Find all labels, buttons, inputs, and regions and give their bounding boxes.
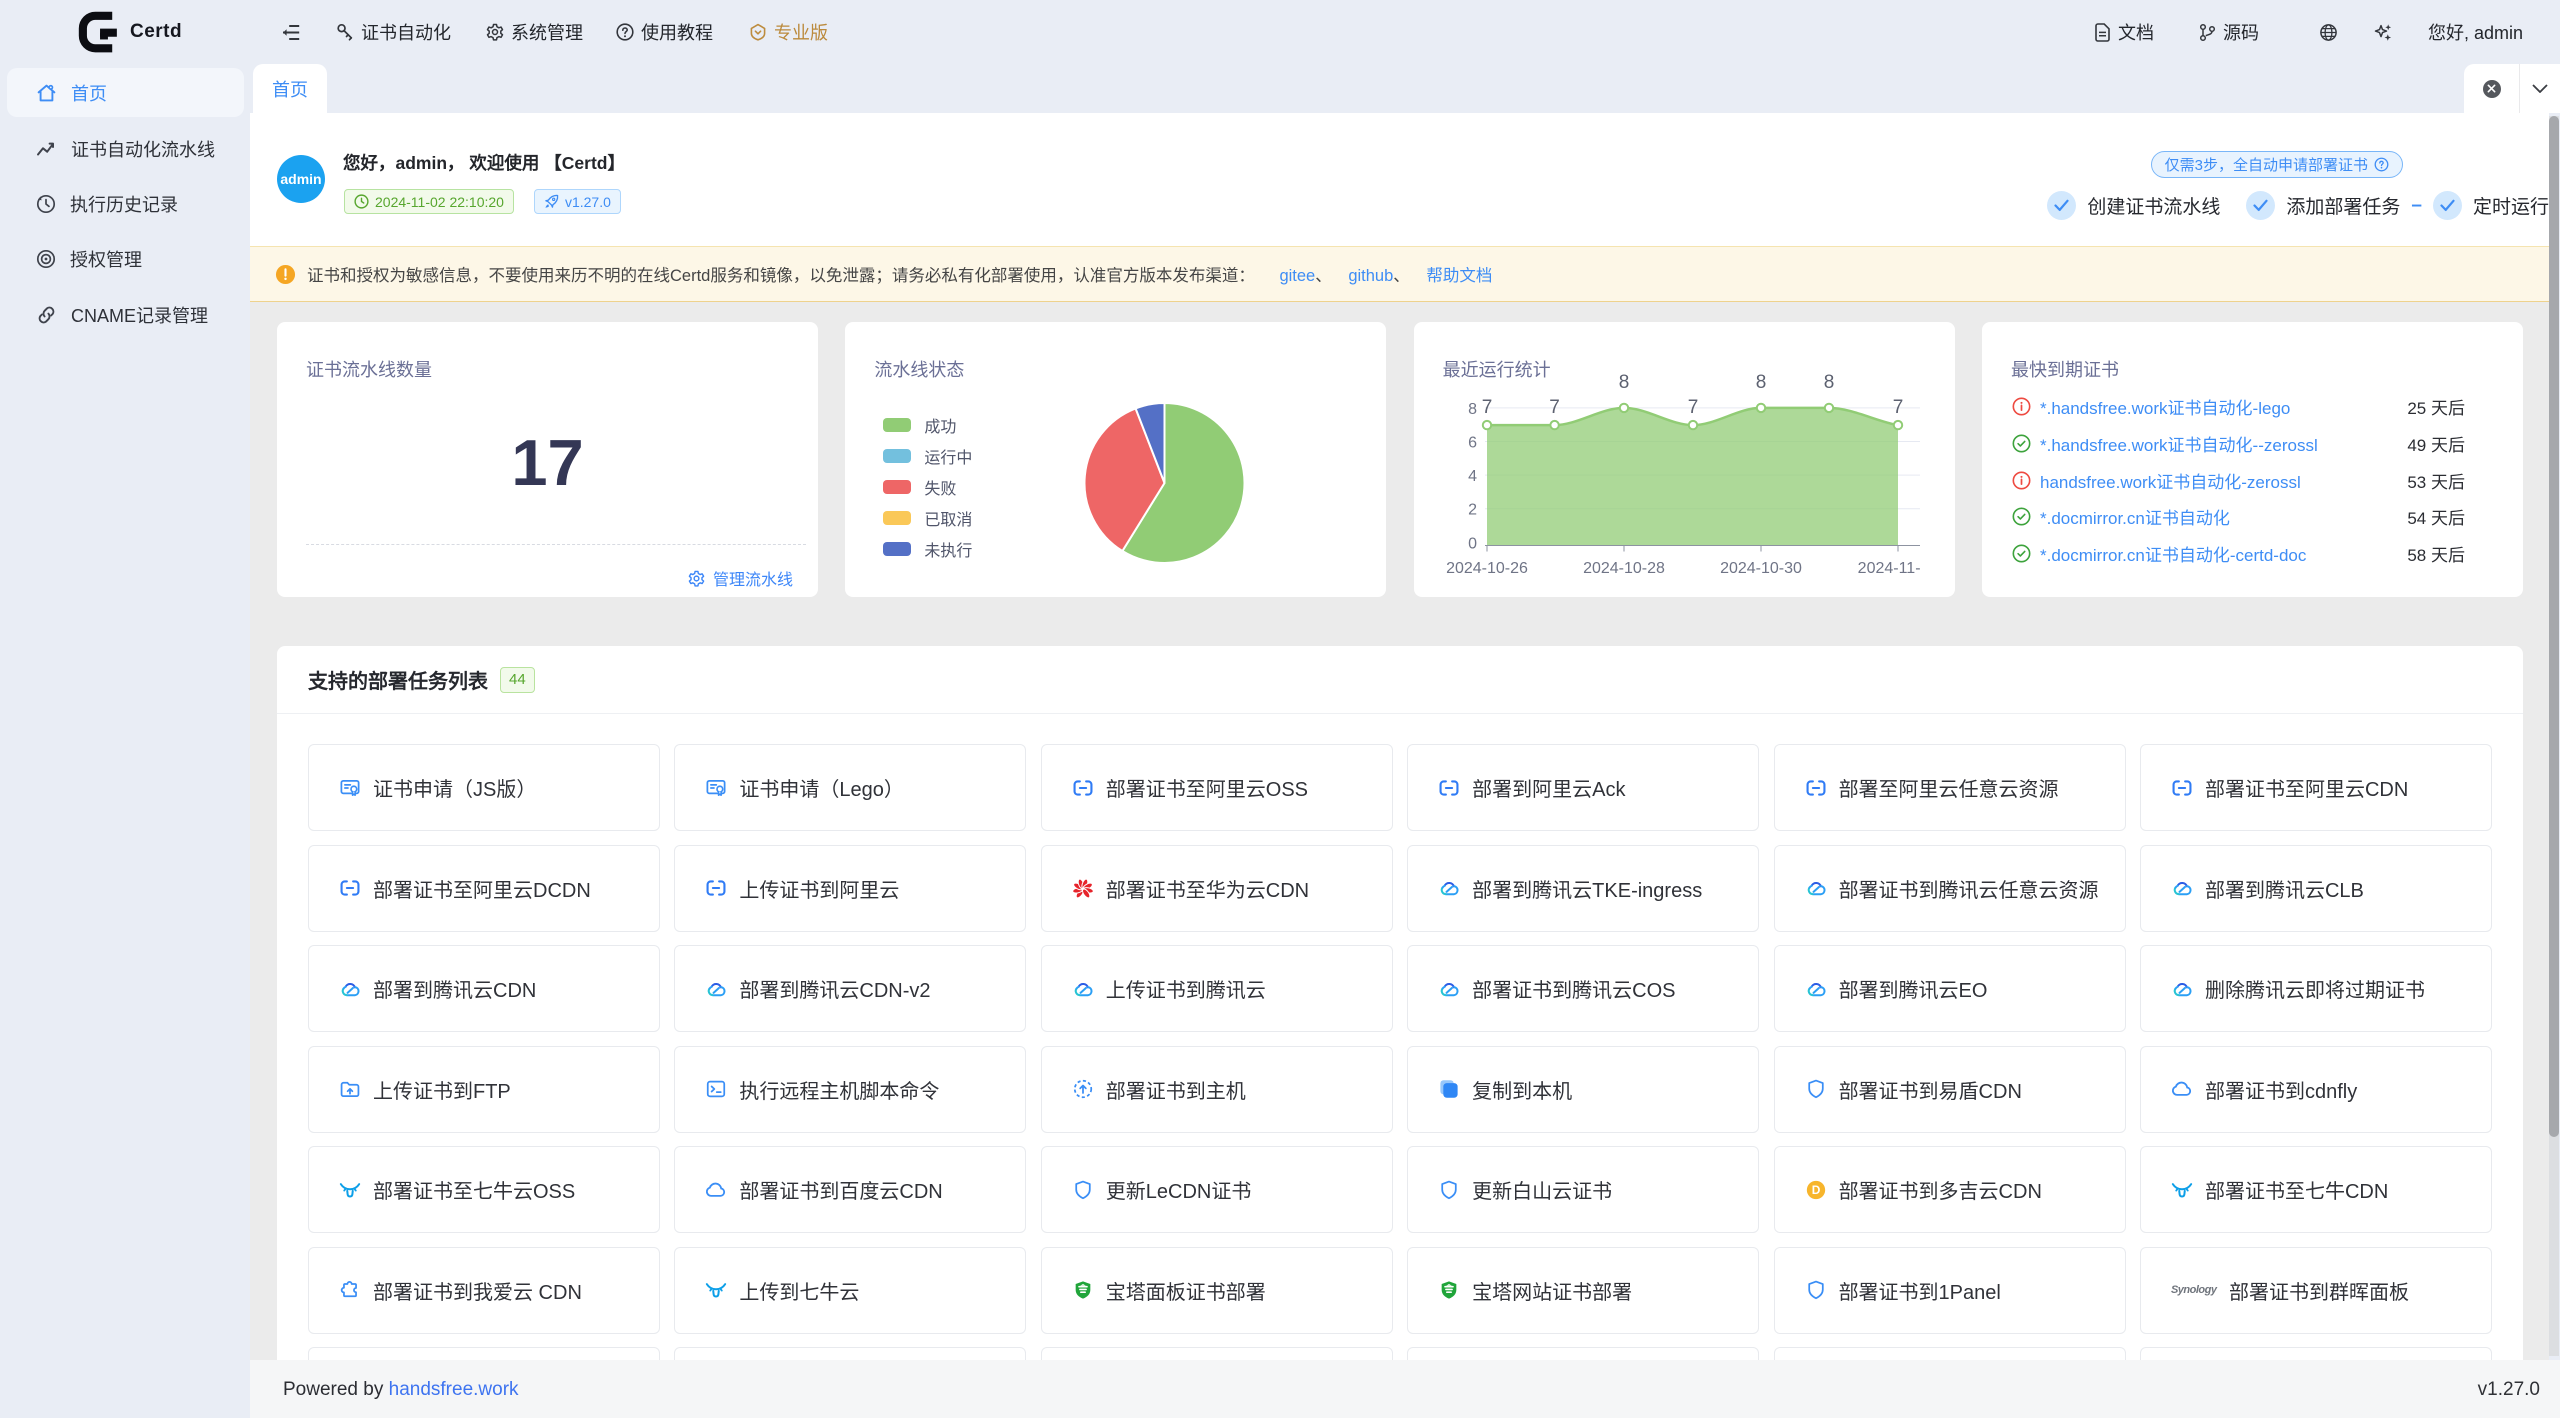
svg-text:2: 2: [1468, 502, 1477, 519]
svg-text:7: 7: [1481, 397, 1492, 418]
svg-text:8: 8: [1468, 401, 1477, 418]
svg-text:7: 7: [1549, 397, 1560, 418]
svg-text:0: 0: [1468, 535, 1477, 552]
svg-text:2024-11-01: 2024-11-01: [1857, 560, 1919, 577]
svg-text:D: D: [1811, 1183, 1820, 1197]
svg-text:4: 4: [1468, 468, 1477, 485]
svg-text:8: 8: [1618, 372, 1629, 393]
svg-text:7: 7: [1892, 397, 1903, 418]
svg-text:2024-10-26: 2024-10-26: [1446, 560, 1528, 577]
svg-text:8: 8: [1823, 372, 1834, 393]
svg-text:8: 8: [1755, 372, 1766, 393]
svg-text:2024-10-28: 2024-10-28: [1583, 560, 1665, 577]
svg-text:6: 6: [1468, 435, 1477, 452]
svg-text:2024-10-30: 2024-10-30: [1720, 560, 1802, 577]
svg-text:7: 7: [1687, 397, 1698, 418]
